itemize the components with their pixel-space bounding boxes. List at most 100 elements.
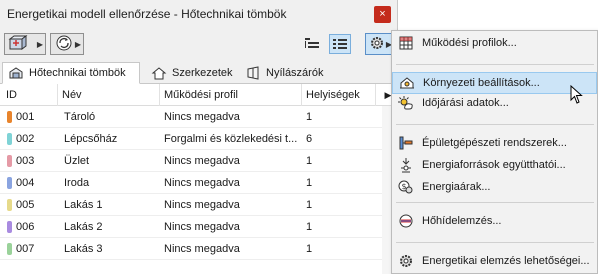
tab-label: Szerkezetek <box>172 67 233 79</box>
cell-profile: Nincs megadva <box>164 177 240 189</box>
menu-item[interactable]: Épületgépészeti rendszerek... <box>392 132 597 154</box>
cell-id: 006 <box>16 221 35 233</box>
window-icon <box>245 66 261 80</box>
cell-profile: Nincs megadva <box>164 155 240 167</box>
column-header-name[interactable]: Név <box>58 84 160 106</box>
grid-icon <box>398 35 414 51</box>
sun-icon <box>398 95 414 111</box>
list-view-icon[interactable] <box>329 34 351 54</box>
gear-icon <box>369 35 385 54</box>
menu-item[interactable]: Környezeti beállítások... <box>392 72 597 94</box>
cell-profile: Forgalmi és közlekedési t... <box>164 133 298 145</box>
tab-label: Nyílászárók <box>266 67 324 79</box>
environment-icon <box>399 75 415 91</box>
menu-item-label: Hőhídelemzés... <box>422 215 502 227</box>
cell-profile: Nincs megadva <box>164 221 240 233</box>
cell-id: 005 <box>16 199 35 211</box>
table-row[interactable]: 006 Lakás 2 Nincs megadva 1 <box>0 216 397 238</box>
menu-item[interactable]: Működési profilok... <box>392 32 597 54</box>
tab-label: Hőtechnikai tömbök <box>29 67 126 79</box>
menu-item-label: Működési profilok... <box>422 37 517 49</box>
cell-rooms: 1 <box>306 199 313 211</box>
refresh-button[interactable]: ▶ <box>50 33 84 55</box>
cell-name: Tároló <box>64 111 96 123</box>
cell-profile: Nincs megadva <box>164 111 240 123</box>
cell-name: Lakás 3 <box>64 243 103 255</box>
table-row[interactable]: 002 Lépcsőház Forgalmi és közlekedési t...… <box>0 128 397 150</box>
menu-item[interactable]: Energetikai elemzés lehetőségei... <box>392 250 597 272</box>
menu-separator <box>396 124 594 125</box>
energy-source-icon <box>398 157 414 173</box>
tab-structures[interactable]: Szerkezetek <box>146 62 236 84</box>
color-swatch <box>7 111 12 123</box>
table-row[interactable]: 003 Üzlet Nincs megadva 1 <box>0 150 397 172</box>
tab-thermal-blocks[interactable]: Hőtechnikai tömbök <box>2 62 140 84</box>
color-swatch <box>7 199 12 211</box>
menu-item-label: Épületgépészeti rendszerek... <box>422 137 567 149</box>
dropdown-arrow-icon: ▶ <box>36 40 43 49</box>
column-header-rooms[interactable]: Helyiségek <box>302 84 376 106</box>
cell-id: 004 <box>16 177 35 189</box>
table-row[interactable]: 007 Lakás 3 Nincs megadva 1 <box>0 238 397 260</box>
menu-item[interactable]: Hőhídelemzés... <box>392 210 597 232</box>
cell-id: 001 <box>16 111 35 123</box>
color-swatch <box>7 133 12 145</box>
menu-item[interactable]: Időjárási adatok... <box>392 92 597 114</box>
menu-item[interactable]: Energiaforrások együtthatói... <box>392 154 597 176</box>
table-row[interactable]: 001 Tároló Nincs megadva 1 <box>0 106 397 128</box>
table-row[interactable]: 004 Iroda Nincs megadva 1 <box>0 172 397 194</box>
menu-item-label: Időjárási adatok... <box>422 97 509 109</box>
refresh-icon <box>54 34 74 55</box>
cell-rooms: 1 <box>306 177 313 189</box>
main-window: Energetikai modell ellenőrzése - Hőtechn… <box>0 0 398 274</box>
model-view-icon <box>8 34 28 55</box>
mouse-cursor-icon <box>570 84 584 108</box>
house-icon <box>151 66 167 80</box>
gear-icon <box>398 253 414 269</box>
cell-name: Üzlet <box>64 155 90 167</box>
close-button[interactable]: × <box>374 6 391 23</box>
cell-rooms: 1 <box>306 221 313 233</box>
menu-separator <box>396 202 594 203</box>
cell-rooms: 1 <box>306 243 313 255</box>
price-icon: $ <box>398 179 414 195</box>
menu-item[interactable]: $ Energiaárak... <box>392 176 597 198</box>
column-header-profile[interactable]: Működési profil <box>160 84 302 106</box>
cell-rooms: 1 <box>306 155 313 167</box>
cell-profile: Nincs megadva <box>164 199 240 211</box>
cell-profile: Nincs megadva <box>164 243 240 255</box>
cell-id: 003 <box>16 155 35 167</box>
cell-id: 002 <box>16 133 35 145</box>
menu-separator <box>396 64 594 65</box>
title-bar: Energetikai modell ellenőrzése - Hőtechn… <box>0 0 397 28</box>
cell-name: Lépcsőház <box>64 133 118 145</box>
model-view-button[interactable]: ▶ <box>4 33 46 55</box>
menu-separator <box>396 242 594 243</box>
color-swatch <box>7 221 12 233</box>
dropdown-arrow-icon: ▶ <box>74 40 81 49</box>
cell-rooms: 1 <box>306 111 313 123</box>
table-header: ID Név Működési profil Helyiségek ▶ <box>0 84 397 106</box>
tab-bar: Hőtechnikai tömbök Szerkezetek Nyílászár… <box>0 60 397 84</box>
cell-name: Lakás 2 <box>64 221 103 233</box>
color-swatch <box>7 243 12 255</box>
blocks-table: ID Név Működési profil Helyiségek ▶ 001 T… <box>0 84 397 274</box>
window-title: Energetikai modell ellenőrzése - Hőtechn… <box>7 7 287 21</box>
settings-dropdown-menu: Működési profilok... Környezeti beállítás… <box>391 30 598 274</box>
menu-item-label: Energetikai elemzés lehetőségei... <box>422 255 590 267</box>
thermal-bridge-icon <box>398 213 414 229</box>
cell-rooms: 6 <box>306 133 313 145</box>
color-swatch <box>7 177 12 189</box>
cell-id: 007 <box>16 243 35 255</box>
column-header-id[interactable]: ID <box>2 84 58 106</box>
mep-systems-icon <box>398 135 414 151</box>
tree-view-icon[interactable] <box>301 34 323 54</box>
table-row[interactable]: 005 Lakás 1 Nincs megadva 1 <box>0 194 397 216</box>
zone-block-icon <box>8 66 24 80</box>
menu-item-label: Energiaárak... <box>422 181 491 193</box>
menu-item-label: Környezeti beállítások... <box>423 77 540 89</box>
cell-name: Lakás 1 <box>64 199 103 211</box>
menu-item-label: Energiaforrások együtthatói... <box>422 159 566 171</box>
tab-openings[interactable]: Nyílászárók <box>240 62 340 84</box>
toolbar: ▶ ▶ ▶ <box>0 32 397 58</box>
